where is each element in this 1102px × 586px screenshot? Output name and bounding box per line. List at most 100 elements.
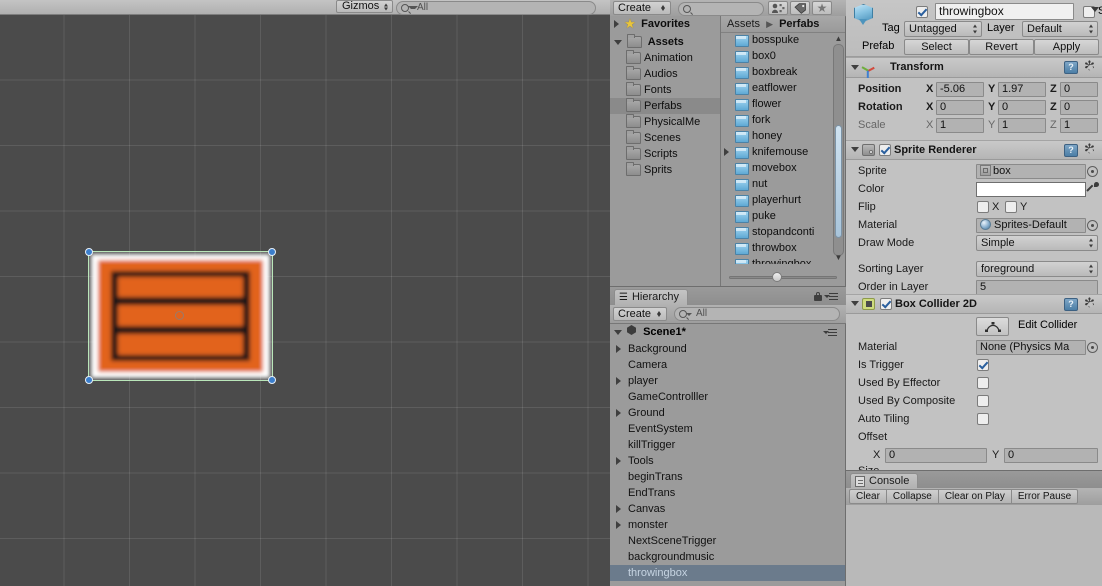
flip-y-checkbox[interactable] [1005,201,1017,213]
gear-icon[interactable] [1084,60,1096,73]
breadcrumb-current[interactable]: Perfabs [779,18,819,30]
scene-node[interactable]: Scene1* [610,323,845,341]
sorting-layer-row[interactable]: Sorting Layer foreground [846,260,1102,278]
used-by-composite-checkbox[interactable] [977,395,989,407]
hierarchy-item[interactable]: NextSceneTrigger [610,533,845,549]
chevron-right-icon[interactable] [616,505,621,513]
project-folder-physicalme[interactable]: PhysicalMe [610,114,720,130]
chevron-right-icon[interactable] [616,457,621,465]
chevron-right-icon[interactable] [614,20,619,29]
inspector-panel[interactable]: throwingbox Static Tag Untagged Layer De… [846,0,1102,470]
favorites-node[interactable]: ★ Favorites [610,16,720,32]
breadcrumb[interactable]: Assets ▶ Perfabs [721,16,845,33]
transform-rotation-row[interactable]: Rotation X 0 Y 0 Z 0 [846,98,1102,116]
position-z-input[interactable]: 0 [1060,82,1098,97]
material-picker-icon[interactable] [1087,220,1098,231]
rotation-x-input[interactable]: 0 [936,100,984,115]
project-item[interactable]: bosspuke [721,32,831,48]
hierarchy-item[interactable]: throwingbox [610,565,845,581]
filter-by-type-button[interactable] [768,1,788,15]
resize-handle-tr[interactable] [268,248,276,256]
hierarchy-search-input[interactable]: All [674,307,840,321]
project-folder-perfabs[interactable]: Perfabs [610,98,720,114]
object-active-checkbox[interactable] [916,6,928,18]
help-icon[interactable]: ? [1064,298,1078,311]
collider-material-picker-icon[interactable] [1087,342,1098,353]
offset-y-input[interactable]: 0 [1004,448,1098,463]
gear-icon[interactable] [1084,297,1096,310]
layer-dropdown[interactable]: Default [1022,21,1098,37]
project-item[interactable]: boxbreak [721,64,831,80]
edit-collider-button[interactable] [976,317,1009,336]
resize-handle-tl[interactable] [85,248,93,256]
flip-row[interactable]: Flip X Y [846,198,1102,216]
hierarchy-item[interactable]: Ground [610,405,845,421]
scroll-down-arrow[interactable]: ▼ [834,254,843,262]
scale-y-input[interactable]: 1 [998,118,1046,133]
chevron-down-icon[interactable] [851,65,859,70]
project-folder-scripts[interactable]: Scripts [610,146,720,162]
project-scrollbar[interactable] [833,44,844,256]
project-scroll-thumb[interactable] [835,124,842,239]
auto-tiling-checkbox[interactable] [977,413,989,425]
project-folder-list[interactable]: Animation Audios Fonts Perfabs PhysicalMe Sce… [610,50,720,178]
project-toolbar[interactable]: Create ★ [610,0,846,17]
collider-material-object-field[interactable]: None (Physics Ma [976,340,1086,355]
inspector-object-header[interactable]: throwingbox Static Tag Untagged Layer De… [846,0,1102,57]
chevron-down-icon[interactable] [851,147,859,152]
project-search-input[interactable] [678,2,764,16]
hierarchy-item[interactable]: Background [610,341,845,357]
project-item[interactable]: movebox [721,160,831,176]
chevron-right-icon[interactable] [616,409,621,417]
gizmos-dropdown[interactable]: Gizmos [336,0,393,13]
console-button-group[interactable]: Clear Collapse Clear on Play Error Pause [849,489,1079,504]
panel-options-icon[interactable] [824,292,840,301]
transform-component-header[interactable]: Transform ? [846,57,1102,79]
position-y-input[interactable]: 1.97 [998,82,1046,97]
tag-dropdown[interactable]: Untagged [904,21,982,37]
project-item[interactable]: fork [721,112,831,128]
eyedropper-icon[interactable] [1086,182,1099,195]
prefab-select-button[interactable]: Select [904,39,969,55]
gear-icon[interactable] [1084,143,1096,156]
material-row[interactable]: Material Sprites-Default [846,216,1102,234]
project-folder-sprits[interactable]: Sprits [610,162,720,178]
project-item[interactable]: knifemouse [721,144,831,160]
scene-search-input[interactable]: All [396,1,596,15]
scroll-up-arrow[interactable]: ▲ [834,35,843,43]
offset-values-row[interactable]: X 0 Y 0 [846,446,1102,464]
sprite-picker-icon[interactable] [1087,166,1098,177]
project-folder-animation[interactable]: Animation [610,50,720,66]
resize-handle-br[interactable] [268,376,276,384]
project-items[interactable]: bosspuke box0 boxbreak eatflower flower fork h… [721,32,831,264]
prefab-apply-button[interactable]: Apply [1034,39,1099,55]
edit-collider-row[interactable]: Edit Collider [846,314,1102,338]
project-item[interactable]: throwbox [721,240,831,256]
used-by-effector-checkbox[interactable] [977,377,989,389]
hierarchy-item[interactable]: monster [610,517,845,533]
sprite-row[interactable]: Sprite box [846,162,1102,180]
sorting-layer-dropdown[interactable]: foreground [976,261,1098,277]
collider-material-row[interactable]: Material None (Physics Ma [846,338,1102,356]
sprite-renderer-fields[interactable]: Sprite box Color Flip X Y Material Sprit… [846,160,1102,295]
transform-fields[interactable]: Position X -5.06 Y 1.97 Z 0 Rotation X 0… [846,78,1102,140]
project-item[interactable]: nut [721,176,831,192]
color-swatch[interactable] [976,182,1086,197]
lock-icon[interactable] [814,292,822,301]
offset-row[interactable]: Offset [846,428,1102,446]
hierarchy-panel[interactable]: ☰ Hierarchy Create All Scene1* Backgroun… [610,286,846,586]
object-name-input[interactable]: throwingbox [935,3,1074,20]
hierarchy-item[interactable]: EndTrans [610,485,845,501]
project-folder-fonts[interactable]: Fonts [610,82,720,98]
hierarchy-item[interactable]: Camera [610,357,845,373]
scene-view[interactable]: Gizmos All [0,0,610,586]
console-clear-on-play-button[interactable]: Clear on Play [938,489,1012,504]
console-log-area[interactable] [846,505,1102,586]
hierarchy-toolbar[interactable]: Create All [610,305,846,324]
box-collider-enabled-checkbox[interactable] [880,298,892,310]
hierarchy-create-button[interactable]: Create [613,307,667,321]
project-folder-audios[interactable]: Audios [610,66,720,82]
chevron-right-icon[interactable] [616,345,621,353]
order-in-layer-input[interactable]: 5 [976,280,1098,295]
auto-tiling-row[interactable]: Auto Tiling [846,410,1102,428]
